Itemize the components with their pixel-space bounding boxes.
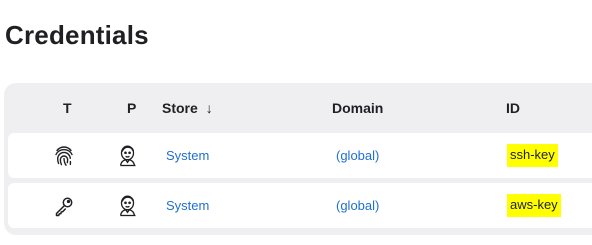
column-header-domain: Domain xyxy=(332,100,384,116)
column-header-type: T xyxy=(63,100,72,116)
domain-link[interactable]: (global) xyxy=(336,148,379,163)
column-header-store-label: Store xyxy=(162,100,198,116)
credentials-page: Credentials T P Store ↓ Domain ID System… xyxy=(0,0,592,245)
column-header-store[interactable]: Store ↓ xyxy=(162,100,213,116)
table-row: System (global) ssh-key xyxy=(8,133,592,178)
store-link[interactable]: System xyxy=(166,148,209,163)
store-link[interactable]: System xyxy=(166,198,209,213)
jenkins-butler-icon xyxy=(116,133,140,178)
sort-arrow-down-icon: ↓ xyxy=(205,100,213,116)
page-title: Credentials xyxy=(5,20,149,50)
column-header-id: ID xyxy=(506,100,520,116)
credential-id: ssh-key xyxy=(507,144,558,167)
table-row: System (global) aws-key xyxy=(8,183,592,228)
domain-link[interactable]: (global) xyxy=(336,198,379,213)
key-icon xyxy=(52,183,76,228)
credentials-table: T P Store ↓ Domain ID System (global) ss… xyxy=(4,83,592,235)
jenkins-butler-icon xyxy=(116,183,140,228)
column-header-provider: P xyxy=(127,100,137,116)
table-header: T P Store ↓ Domain ID xyxy=(4,83,592,132)
fingerprint-icon xyxy=(52,133,76,178)
credential-id: aws-key xyxy=(507,194,561,217)
